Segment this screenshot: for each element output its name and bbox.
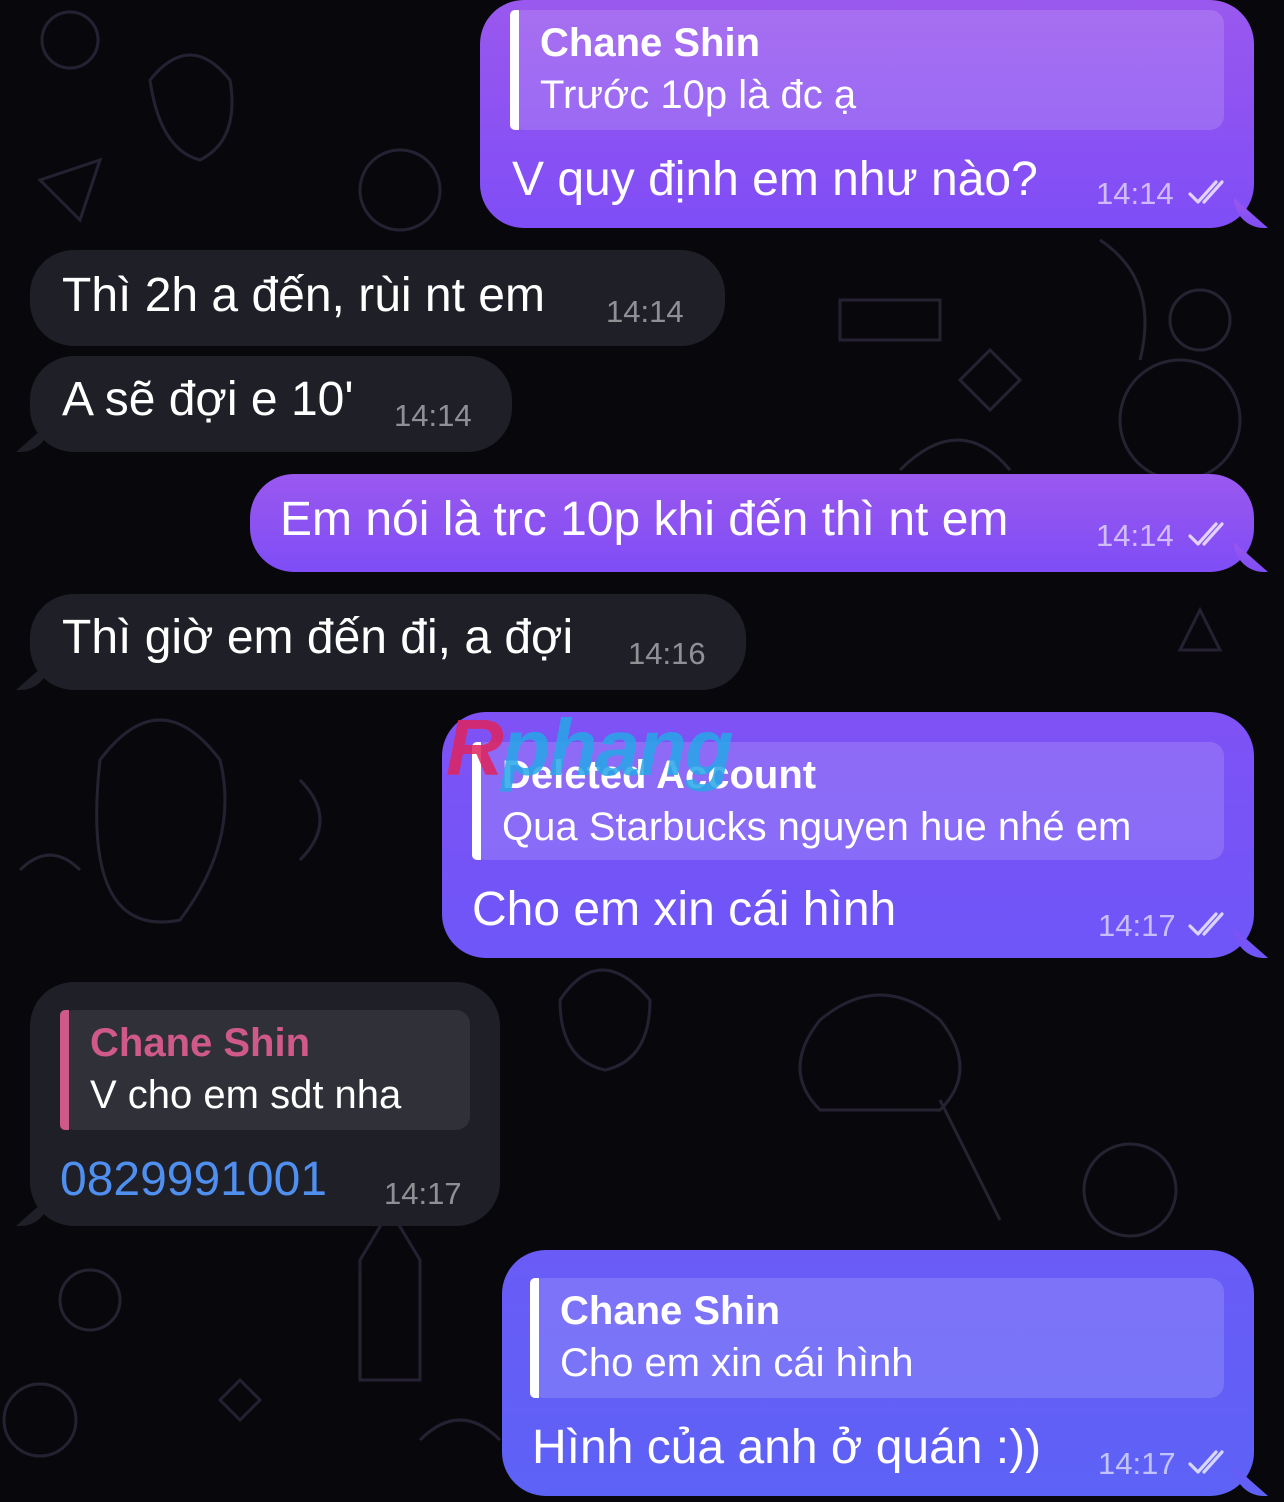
message-text: Hình của anh ở quán :)) (532, 1421, 1042, 1474)
reply-bar (510, 10, 519, 130)
message-bubble-incoming[interactable]: Thì 2h a đến, rùi nt em 14:14 (30, 250, 725, 346)
message-text: A sẽ đợi e 10' (62, 373, 354, 426)
watermark-rest: phang (501, 703, 734, 792)
message-text: Cho em xin cái hình (472, 883, 897, 936)
message-bubble-incoming[interactable]: Thì giờ em đến đi, a đợi 14:16 (30, 594, 746, 690)
reply-quoted-text: V cho em sdt nha (90, 1073, 402, 1117)
message-time: 14:14 (1096, 176, 1174, 211)
message-time: 14:17 (1098, 1446, 1176, 1481)
reply-preview[interactable]: Chane Shin Cho em xin cái hình (530, 1278, 1224, 1398)
double-check-icon (1188, 180, 1224, 204)
message-text: Em nói là trc 10p khi đến thì nt em (280, 493, 1009, 546)
message-bubble-outgoing[interactable]: Em nói là trc 10p khi đến thì nt em 14:1… (250, 474, 1254, 572)
phone-number-link[interactable]: 0829991001 (60, 1152, 327, 1208)
reply-preview[interactable]: Chane Shin V cho em sdt nha (60, 1010, 470, 1130)
message-bubble-incoming[interactable]: Chane Shin V cho em sdt nha 0829991001 1… (30, 982, 500, 1226)
message-text: V quy định em như nào? (512, 153, 1038, 206)
message-bubble-outgoing[interactable]: Chane Shin Cho em xin cái hình Hình của … (502, 1250, 1254, 1496)
reply-sender-name: Chane Shin (540, 21, 761, 65)
reply-quoted-text: Trước 10p là đc ạ (540, 73, 857, 117)
reply-preview[interactable]: Chane Shin Trước 10p là đc ạ (510, 10, 1224, 130)
watermark-first-letter: R (446, 703, 504, 792)
reply-bar (530, 1278, 539, 1398)
message-text: Thì 2h a đến, rùi nt em (62, 269, 545, 322)
message-text: Thì giờ em đến đi, a đợi (62, 611, 574, 664)
message-bubble-incoming[interactable]: A sẽ đợi e 10' 14:14 (30, 356, 512, 452)
message-bubble-outgoing[interactable]: Chane Shin Trước 10p là đc ạ V quy định … (480, 0, 1254, 228)
reply-sender-name: Chane Shin (90, 1021, 311, 1065)
message-time: 14:17 (384, 1176, 462, 1211)
message-time: 14:16 (628, 636, 706, 671)
reply-sender-name: Chane Shin (560, 1289, 781, 1333)
watermark-logo: Rphang (446, 700, 734, 796)
message-time: 14:17 (1098, 908, 1176, 943)
double-check-icon (1188, 522, 1224, 546)
message-time: 14:14 (606, 294, 684, 329)
double-check-icon (1188, 1450, 1224, 1474)
message-time: 14:14 (1096, 518, 1174, 553)
message-time: 14:14 (394, 398, 472, 433)
reply-bar (60, 1010, 69, 1130)
reply-quoted-text: Qua Starbucks nguyen hue nhé em (502, 805, 1132, 849)
reply-quoted-text: Cho em xin cái hình (560, 1341, 914, 1385)
double-check-icon (1188, 912, 1224, 936)
